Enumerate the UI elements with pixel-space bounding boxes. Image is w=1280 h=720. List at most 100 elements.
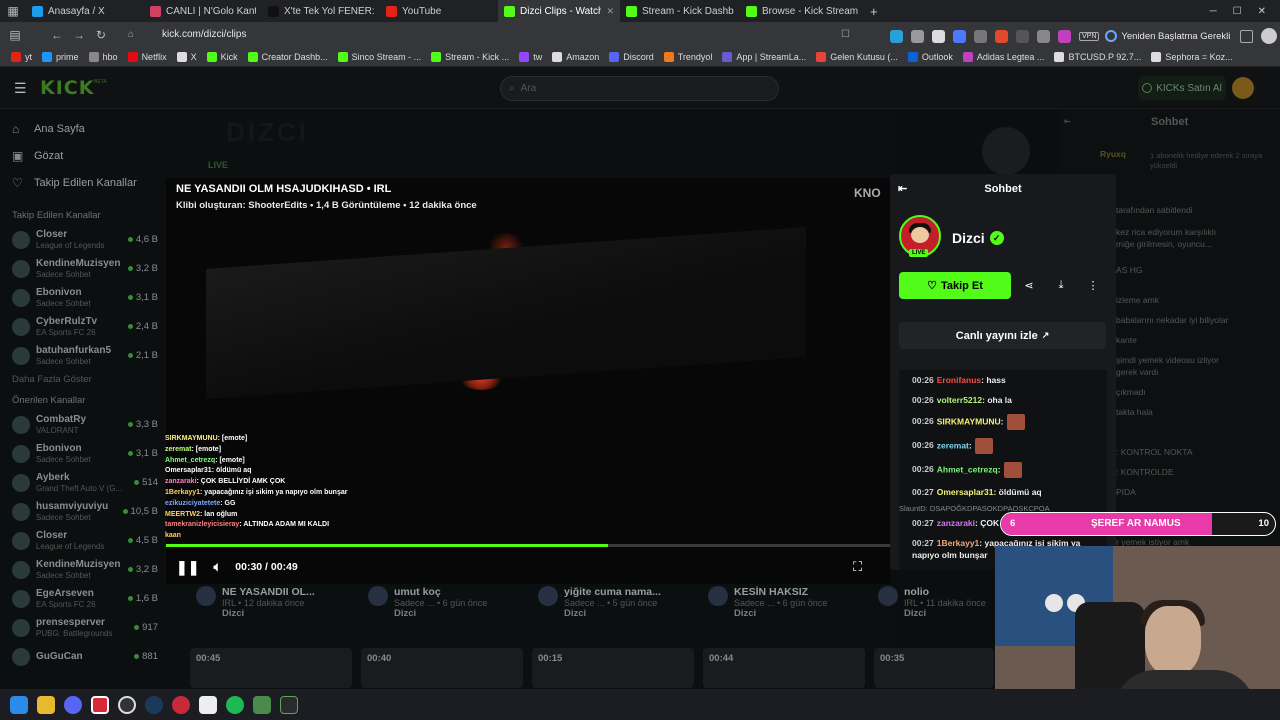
close-window-icon[interactable]: ✕ xyxy=(1258,6,1266,17)
reload-icon[interactable]: ↻ xyxy=(90,28,112,42)
address-bar[interactable]: ⌂ kick.com/dizci/clips ☐ xyxy=(126,25,856,44)
maximize-icon[interactable]: ☐ xyxy=(1233,6,1242,17)
volume-icon[interactable]: 🔈︎ xyxy=(213,559,221,575)
search-input[interactable]: ⌕ Ara xyxy=(500,76,779,101)
extension-icon[interactable] xyxy=(932,29,945,43)
bookmark-item[interactable]: Discord xyxy=(604,51,659,62)
bookmark-item[interactable]: Amazon xyxy=(547,51,604,62)
extension-icon[interactable] xyxy=(1037,29,1050,43)
bookmark-item[interactable]: Stream - Kick ... xyxy=(426,51,514,62)
bookmark-item[interactable]: hbo xyxy=(84,51,123,62)
chat-message[interactable]: 00:27 Omersaplar31: öldümü aq xyxy=(899,482,1107,502)
bookmark-item[interactable]: BTCUSD.P 92.7... xyxy=(1049,51,1146,62)
chat-message-user[interactable]: Omersaplar31 xyxy=(937,487,994,497)
terminal-icon[interactable] xyxy=(280,695,298,714)
bookmark-item[interactable]: X xyxy=(172,51,202,62)
bookmark-item[interactable]: tw xyxy=(514,51,547,62)
tab-menu-icon[interactable]: ▦ xyxy=(0,4,26,18)
sidebar-channel[interactable]: EgeArseven EA Sports FC 26 1,6 B xyxy=(0,584,170,613)
chat-message-user[interactable]: zeremat xyxy=(937,440,969,450)
clip-card[interactable]: yiğite cuma nama... Sadece ... • 5 gün ön… xyxy=(538,586,661,619)
sidebar-channel[interactable]: CyberRulzTv EA Sports FC 26 2,4 B xyxy=(0,312,170,341)
bookmark-item[interactable]: Creator Dashb... xyxy=(243,51,333,62)
sidebar-channel[interactable]: KendineMuzisyen Sadece Sohbet 3,2 B xyxy=(0,254,170,283)
bookmark-item[interactable]: Sinco Stream - ... xyxy=(333,51,427,62)
clip-thumbnail[interactable]: 00:40 xyxy=(361,648,523,688)
minimize-icon[interactable]: ─ xyxy=(1210,6,1217,17)
sidebar-channel[interactable]: KendineMuzisyen Sadece Sohbet 3,2 B xyxy=(0,555,170,584)
kick-logo[interactable]: KICK xyxy=(40,77,94,99)
sidebar-channel[interactable]: Ebonivon Sadece Sohbet 3,1 B xyxy=(0,283,170,312)
capcut-icon[interactable] xyxy=(199,695,217,714)
hamburger-menu-icon[interactable]: ☰ xyxy=(14,80,27,97)
browser-tab[interactable]: Anasayfa / X xyxy=(26,0,144,22)
sidebar-channel[interactable]: Ebonivon Sadece Sohbet 3,1 B xyxy=(0,439,170,468)
steam-icon[interactable] xyxy=(145,695,163,714)
chat-message[interactable]: 00:26 Eronifanus: hass xyxy=(899,370,1107,390)
download-icon[interactable]: ⤓ xyxy=(1051,275,1071,295)
new-tab-button[interactable]: + xyxy=(864,0,884,22)
show-more-link[interactable]: Daha Fazla Göster xyxy=(0,374,170,385)
clip-thumbnail[interactable]: 00:35 xyxy=(874,648,994,688)
browser-tab[interactable]: Browse - Kick Streaming xyxy=(740,0,864,22)
bookmark-item[interactable]: Adidas Legtea ... xyxy=(958,51,1050,62)
bookmark-item[interactable]: yt xyxy=(6,51,37,62)
forward-icon[interactable]: → xyxy=(68,28,90,42)
clip-card[interactable]: NE YASANDII OL... IRL • 12 dakika önce Diz… xyxy=(196,586,315,619)
browser-tab[interactable]: Stream - Kick Dashboard xyxy=(620,0,740,22)
chat-message-user[interactable]: volterr5212 xyxy=(937,395,982,405)
back-icon[interactable]: ← xyxy=(46,28,68,42)
sidebar-channel[interactable]: batuhanfurkan5 Sadece Sohbet 2,1 B xyxy=(0,341,170,370)
bookmark-item[interactable]: Gelen Kutusu (... xyxy=(811,51,903,62)
clip-card[interactable]: umut koç Sadece ... • 6 gün önce Dizci xyxy=(368,586,487,619)
spotify-icon[interactable] xyxy=(226,695,244,714)
vivaldi-icon[interactable] xyxy=(91,695,109,714)
chat-message-user[interactable]: SIRKMAYMUNU xyxy=(937,416,1001,426)
pause-icon[interactable]: ❚❚ xyxy=(176,559,199,576)
browser-tab[interactable]: CANLI | N'Golo Kante Ö xyxy=(144,0,262,22)
more-options-icon[interactable]: ⋮ xyxy=(1083,275,1103,295)
clip-card[interactable]: nolio IRL • 11 dakika önce Dizci xyxy=(878,586,986,619)
bookmark-item[interactable]: prime xyxy=(37,51,84,62)
vpn-button[interactable]: VPN xyxy=(1079,31,1100,41)
app-icon[interactable] xyxy=(172,695,190,714)
chat-message-list[interactable]: 00:26 Eronifanus: hass 00:26 volterr5212: o… xyxy=(899,370,1107,570)
chat-message-user[interactable]: Eronifanus xyxy=(937,375,981,385)
share-icon[interactable]: ⋖ xyxy=(1019,275,1039,295)
sidebar-channel[interactable]: prensesperver PUBG: Battlegrounds 917 xyxy=(0,613,170,642)
chat-message[interactable]: 00:26 Ahmet_cetrezq: xyxy=(899,458,1107,482)
sidebar-toggle-icon[interactable]: ▤ xyxy=(4,28,26,42)
chat-collapse-icon[interactable]: ⇤ xyxy=(1064,116,1071,127)
clip-thumbnail[interactable]: 00:15 xyxy=(532,648,694,688)
extension-icon[interactable] xyxy=(911,29,924,43)
chat-message-user[interactable]: 1Berkayy1 xyxy=(937,538,980,548)
extension-icon[interactable] xyxy=(995,29,1008,43)
chat-message-user[interactable]: zanzaraki xyxy=(937,518,975,528)
bookmark-item[interactable]: App | StreamLa... xyxy=(717,51,811,62)
sidebar-channel[interactable]: CombatRy VALORANT 3,3 B xyxy=(0,410,170,439)
extension-icon[interactable] xyxy=(974,29,987,43)
browser-tab[interactable]: Dizci Clips - Watch Live on ✕ xyxy=(498,0,620,22)
clip-thumbnail[interactable]: 00:44 xyxy=(703,648,865,688)
extension-icon[interactable] xyxy=(1058,29,1071,43)
fullscreen-icon[interactable]: ⛶ xyxy=(853,559,869,575)
extension-icon[interactable] xyxy=(890,29,903,43)
channel-name[interactable]: Dizci ✓ xyxy=(952,230,1004,246)
chat-message[interactable]: 00:26 zeremat: xyxy=(899,434,1107,458)
bookmark-item[interactable]: Netflix xyxy=(123,51,172,62)
clip-thumbnail[interactable]: 00:45 xyxy=(190,648,352,688)
chatgpt-icon[interactable] xyxy=(118,695,136,714)
sidebar-nav-1[interactable]: ⌂ Ana Sayfa xyxy=(0,115,170,142)
browser-tab[interactable]: YouTube xyxy=(380,0,498,22)
extension-icon[interactable] xyxy=(953,29,966,43)
clip-card[interactable]: KESİN HAKSIZ Sadece ... • 6 gün önce Dizci xyxy=(708,586,827,619)
account-avatar[interactable] xyxy=(1261,28,1278,44)
user-avatar[interactable] xyxy=(1232,77,1254,99)
browser-tab[interactable]: X'te Tek Yol FENER: "Binlerc xyxy=(262,0,380,22)
chat-message[interactable]: 00:26 SIRKMAYMUNU: xyxy=(899,410,1107,434)
restart-required-label[interactable]: Yeniden Başlatma Gerekli xyxy=(1121,31,1230,42)
file-explorer-icon[interactable] xyxy=(37,695,55,714)
sidebar-channel[interactable]: Closer League of Legends 4,5 B xyxy=(0,526,170,555)
chat-message[interactable]: 00:26 volterr5212: oha la xyxy=(899,390,1107,410)
bookmark-item[interactable]: Sephora = Koz... xyxy=(1146,51,1237,62)
